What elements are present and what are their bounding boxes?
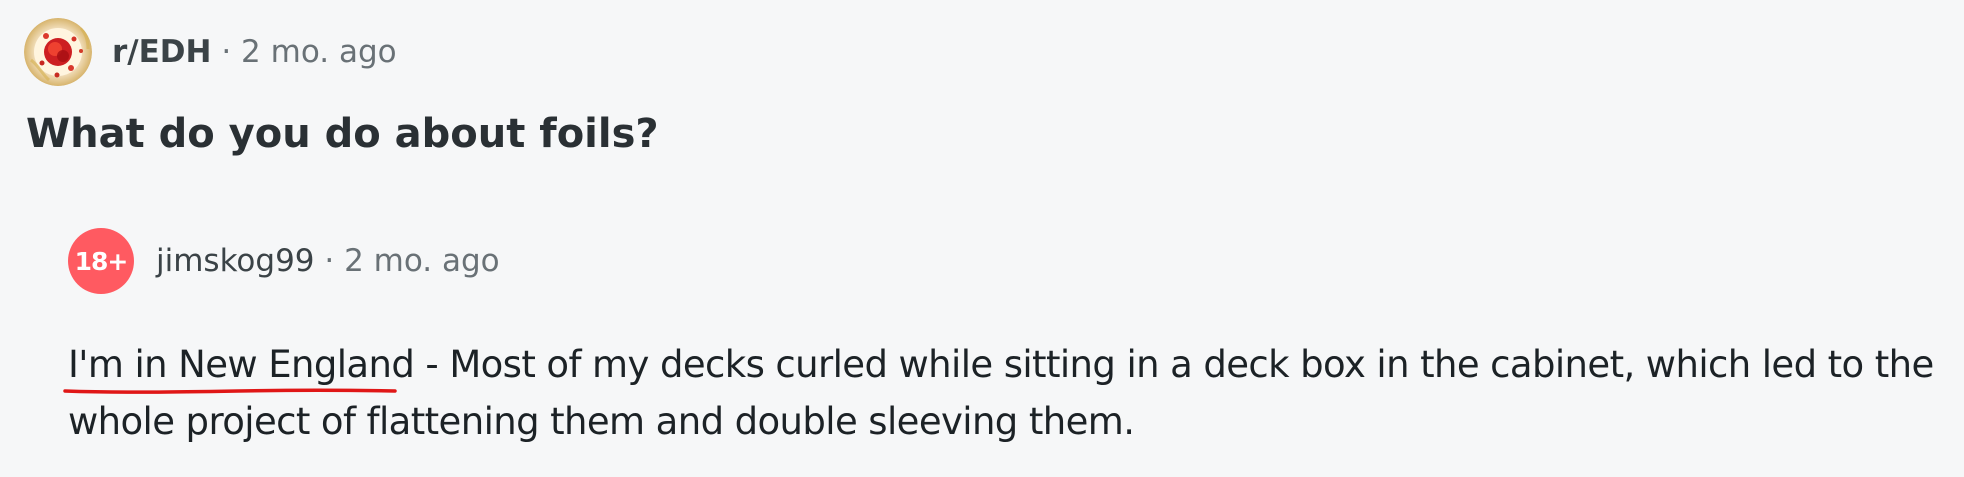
reddit-search-result: r/EDH · 2 mo. ago What do you do about f…	[0, 0, 1964, 477]
comment-meta: jimskog99 · 2 mo. ago	[156, 243, 500, 279]
comment-time: 2 mo. ago	[344, 243, 500, 279]
nsfw-avatar[interactable]: 18+	[68, 228, 134, 294]
comment-meta-separator: ·	[324, 243, 335, 279]
comment-author-link[interactable]: jimskog99	[156, 243, 315, 279]
highlighted-location-text: I'm in New England	[63, 336, 415, 394]
post-title[interactable]: What do you do about foils?	[26, 108, 659, 160]
comment-highlight-text: I'm in New England	[68, 343, 415, 386]
post-meta-separator: ·	[221, 34, 232, 70]
post-header: r/EDH · 2 mo. ago	[24, 18, 397, 86]
subreddit-link[interactable]: r/EDH	[112, 34, 211, 70]
post-meta: r/EDH · 2 mo. ago	[112, 34, 397, 70]
comment-body[interactable]: I'm in New England - Most of my decks cu…	[63, 336, 1948, 450]
post-time: 2 mo. ago	[241, 34, 397, 70]
comment-header: 18+ jimskog99 · 2 mo. ago	[68, 228, 500, 294]
subreddit-avatar-icon[interactable]	[24, 18, 92, 86]
